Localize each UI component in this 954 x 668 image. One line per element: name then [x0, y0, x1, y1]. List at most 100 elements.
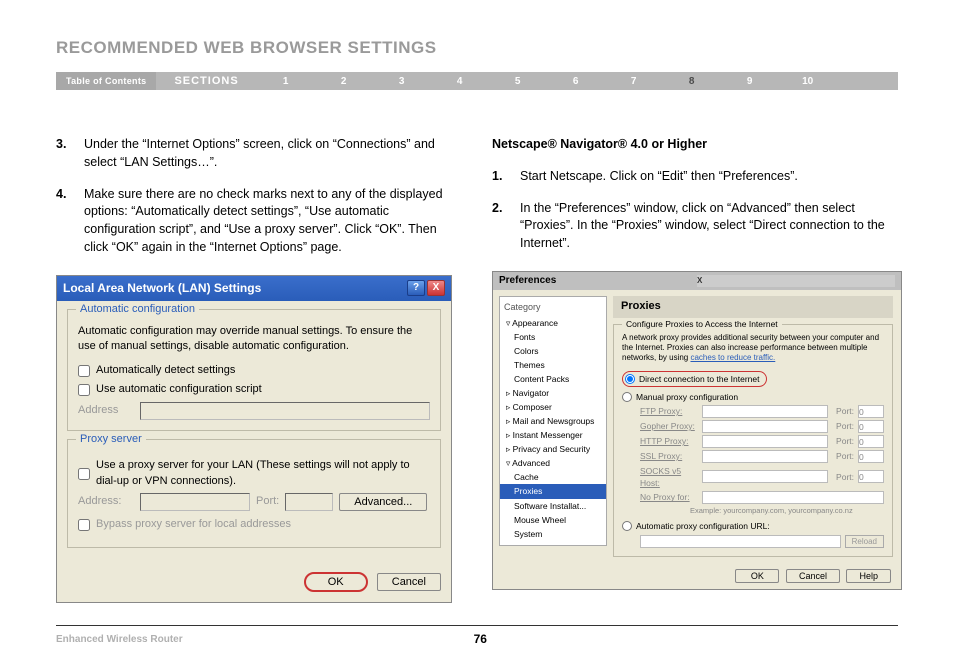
bypass-input[interactable]: [78, 519, 90, 531]
help-icon[interactable]: ?: [407, 280, 425, 296]
use-proxy-input[interactable]: [78, 468, 90, 480]
ssl-proxy-input[interactable]: [702, 450, 828, 463]
ftp-proxy-label: FTP Proxy:: [640, 405, 698, 417]
page-number: 76: [183, 632, 778, 646]
section-1[interactable]: 1: [257, 76, 315, 87]
auto-proxy-radio[interactable]: Automatic proxy configuration URL:: [622, 520, 884, 532]
pref-help-button[interactable]: Help: [846, 569, 891, 583]
gopher-proxy-input[interactable]: [702, 420, 828, 433]
section-10[interactable]: 10: [779, 76, 837, 87]
lan-settings-dialog: Local Area Network (LAN) Settings ? X Au…: [56, 275, 452, 603]
gopher-port-input[interactable]: 0: [858, 420, 884, 433]
auto-detect-input[interactable]: [78, 365, 90, 377]
sections-label: SECTIONS: [156, 75, 256, 87]
noproxy-input[interactable]: [702, 491, 884, 504]
page-heading: RECOMMENDED WEB BROWSER SETTINGS: [56, 38, 898, 58]
ftp-proxy-input[interactable]: [702, 405, 828, 418]
step-1-number: 1.: [492, 168, 520, 186]
http-port-input[interactable]: 0: [858, 435, 884, 448]
auto-proxy-input[interactable]: [622, 521, 632, 531]
tree-advanced[interactable]: ▿ Advanced: [500, 456, 606, 470]
lan-title: Local Area Network (LAN) Settings: [63, 280, 405, 297]
proxy-address-input: [140, 493, 250, 511]
section-5[interactable]: 5: [489, 76, 547, 87]
noproxy-label: No Proxy for:: [640, 491, 698, 503]
tree-cache[interactable]: Cache: [500, 470, 606, 484]
tree-swinstall[interactable]: Software Installat...: [500, 499, 606, 513]
manual-proxy-label: Manual proxy configuration: [636, 391, 738, 403]
direct-connection-input[interactable]: [625, 374, 635, 384]
step-4-text: Make sure there are no check marks next …: [84, 186, 452, 257]
socks-port-input[interactable]: 0: [858, 470, 884, 483]
right-column: Netscape® Navigator® 4.0 or Higher 1. St…: [492, 136, 902, 603]
auto-config-group-title: Automatic configuration: [76, 302, 199, 318]
tree-im[interactable]: ▹ Instant Messenger: [500, 428, 606, 442]
tree-privsec[interactable]: ▹ Privacy and Security: [500, 442, 606, 456]
auto-detect-checkbox[interactable]: Automatically detect settings: [78, 363, 430, 379]
preferences-dialog: Preferences X Category ▿ Appearance Font…: [492, 271, 902, 590]
reload-button[interactable]: Reload: [845, 535, 884, 548]
toc-link[interactable]: Table of Contents: [56, 72, 156, 90]
section-8[interactable]: 8: [663, 76, 721, 87]
tree-themes[interactable]: Themes: [500, 358, 606, 372]
lan-titlebar: Local Area Network (LAN) Settings ? X: [57, 276, 451, 301]
bypass-checkbox[interactable]: Bypass proxy server for local addresses: [78, 517, 430, 533]
tree-mousewheel[interactable]: Mouse Wheel: [500, 513, 606, 527]
section-9[interactable]: 9: [721, 76, 779, 87]
section-navbar: Table of Contents SECTIONS 1 2 3 4 5 6 7…: [56, 72, 898, 90]
pref-cancel-button[interactable]: Cancel: [786, 569, 840, 583]
pref-close-icon[interactable]: X: [697, 275, 895, 287]
category-tree[interactable]: Category ▿ Appearance Fonts Colors Theme…: [499, 296, 607, 546]
product-name: Enhanced Wireless Router: [56, 634, 183, 645]
http-proxy-input[interactable]: [702, 435, 828, 448]
auto-script-input[interactable]: [78, 384, 90, 396]
caches-link[interactable]: caches to reduce traffic.: [690, 353, 775, 362]
section-4[interactable]: 4: [431, 76, 489, 87]
pane-title: Proxies: [613, 296, 893, 318]
tree-system[interactable]: System: [500, 527, 606, 541]
left-column: 3. Under the “Internet Options” screen, …: [56, 136, 452, 603]
ssl-port-input[interactable]: 0: [858, 450, 884, 463]
close-icon[interactable]: X: [427, 280, 445, 296]
socks-port-label: Port:: [832, 471, 854, 483]
tree-contentpacks[interactable]: Content Packs: [500, 372, 606, 386]
manual-proxy-input[interactable]: [622, 392, 632, 402]
direct-connection-radio[interactable]: Direct connection to the Internet: [622, 371, 767, 387]
proxies-pane: Proxies Configure Proxies to Access the …: [613, 290, 901, 563]
ftp-port-label: Port:: [832, 405, 854, 417]
use-proxy-label: Use a proxy server for your LAN (These s…: [96, 458, 430, 489]
tree-proxies[interactable]: Proxies: [500, 484, 606, 498]
section-2[interactable]: 2: [315, 76, 373, 87]
gopher-port-label: Port:: [832, 420, 854, 432]
step-1-text: Start Netscape. Click on “Edit” then “Pr…: [520, 168, 902, 186]
socks-host-label: SOCKS v5 Host:: [640, 465, 698, 489]
page-footer: Enhanced Wireless Router 76: [56, 625, 898, 646]
tree-navigator[interactable]: ▹ Navigator: [500, 386, 606, 400]
address-label: Address: [78, 403, 134, 419]
tree-composer[interactable]: ▹ Composer: [500, 400, 606, 414]
cancel-button[interactable]: Cancel: [377, 573, 441, 591]
tree-offline[interactable]: Offline and Disk Space: [500, 541, 606, 546]
tree-appearance[interactable]: ▿ Appearance: [500, 316, 606, 330]
section-6[interactable]: 6: [547, 76, 605, 87]
auto-config-note: Automatic configuration may override man…: [78, 324, 430, 355]
tree-mailnews[interactable]: ▹ Mail and Newsgroups: [500, 414, 606, 428]
auto-script-checkbox[interactable]: Use automatic configuration script: [78, 382, 430, 398]
pref-ok-button[interactable]: OK: [735, 569, 779, 583]
ftp-port-input[interactable]: 0: [858, 405, 884, 418]
use-proxy-checkbox[interactable]: Use a proxy server for your LAN (These s…: [78, 458, 430, 489]
ok-button[interactable]: OK: [304, 572, 368, 592]
section-7[interactable]: 7: [605, 76, 663, 87]
tree-fonts[interactable]: Fonts: [500, 330, 606, 344]
section-3[interactable]: 3: [373, 76, 431, 87]
socks-host-input[interactable]: [702, 470, 828, 483]
http-proxy-label: HTTP Proxy:: [640, 435, 698, 447]
ssl-proxy-label: SSL Proxy:: [640, 450, 698, 462]
netscape-heading: Netscape® Navigator® 4.0 or Higher: [492, 136, 902, 154]
advanced-button[interactable]: Advanced...: [339, 493, 427, 511]
noproxy-example: Example: yourcompany.com, yourcompany.co…: [690, 506, 884, 517]
auto-url-input[interactable]: [640, 535, 841, 548]
manual-proxy-radio[interactable]: Manual proxy configuration: [622, 391, 884, 403]
tree-colors[interactable]: Colors: [500, 344, 606, 358]
auto-proxy-label: Automatic proxy configuration URL:: [636, 520, 770, 532]
